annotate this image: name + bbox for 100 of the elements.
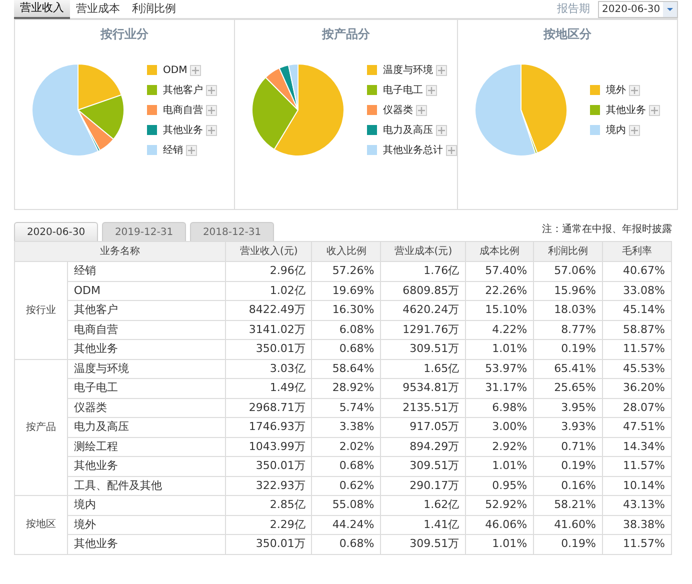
table-cell: 894.29万 [380,437,466,456]
table-cell: 46.06% [466,515,534,534]
table-cell: 0.19% [534,456,603,476]
plus-icon [438,66,445,74]
expand-button[interactable] [186,144,197,156]
table-cell: 45.53% [602,359,672,378]
expand-button[interactable] [629,84,640,96]
table-cell: 其他业务 [67,534,226,554]
table-cell: 3141.02万 [226,320,312,340]
table-cell: 45.14% [602,300,672,320]
table-cell: 2.96亿 [226,262,312,281]
table-cell: 1.01% [466,340,534,359]
expand-button[interactable] [206,84,217,96]
top-tab[interactable]: 营业收入 [14,0,70,18]
table-cell: 57.40% [466,262,534,281]
expand-button[interactable] [649,104,660,116]
table-cell: 40.67% [602,262,672,281]
table-cell: 温度与环境 [67,359,226,378]
legend-label: 电子电工 [383,84,423,98]
expand-button[interactable] [206,104,217,116]
plus-icon [438,126,445,134]
plus-icon [448,146,455,154]
table-cell: 0.68% [312,456,381,476]
expand-button[interactable] [426,84,437,96]
table-cell: 电子电工 [67,378,226,398]
expand-button[interactable] [436,124,447,136]
legend-label: 其他业务 [163,124,203,138]
column-header: 营业收入(元) [226,242,312,262]
group-cell: 按行业 [14,262,68,359]
table-cell: 36.20% [602,378,672,398]
table-cell: 6.08% [312,320,381,340]
table-cell: 1746.93万 [226,418,312,437]
table-cell: 8422.49万 [226,300,312,320]
plus-icon [188,146,195,154]
report-period-select[interactable]: 2020-06-30 [598,0,678,18]
table-cell: 11.57% [602,456,672,476]
plus-icon [208,86,215,94]
plus-icon [192,66,200,74]
table-cell: 15.10% [466,300,534,320]
table-cell: 1.41亿 [380,515,466,534]
table-cell: 57.06% [534,262,603,281]
table-cell: 其他业务 [67,456,226,476]
table-cell: 16.30% [312,300,381,320]
legend-label: 电力及高压 [383,124,433,138]
table-cell: 65.41% [534,359,603,378]
table-cell: 8.77% [534,320,603,340]
table-cell: 1043.99万 [226,437,312,456]
table-cell: 28.07% [602,398,672,418]
legend-label: 其他客户 [163,84,203,98]
table-cell: 0.16% [534,476,603,496]
column-header: 毛利率 [602,242,672,262]
table-cell: 测绘工程 [67,437,226,456]
date-tab[interactable]: 2020-06-30 [14,222,98,241]
group-cell: 按产品 [14,359,68,496]
plus-icon [651,106,658,114]
table-cell: 2.02% [312,437,381,456]
table-cell: 1291.76万 [380,320,466,340]
table-cell: 11.57% [602,534,672,554]
top-tab[interactable]: 利润比例 [126,0,182,18]
table-cell: 1.65亿 [380,359,466,378]
legend-label: 其他业务 [606,104,646,118]
column-header: 营业成本(元) [380,242,466,262]
table-cell: 58.21% [534,496,603,515]
chart-title: 按行业分 [99,26,150,43]
date-tab[interactable]: 2018-12-31 [190,222,274,241]
table-cell: 309.51万 [380,340,466,359]
table-cell: 290.17万 [380,476,466,496]
expand-button[interactable] [206,124,217,136]
table-cell: 3.38% [312,418,381,437]
group-cell: 按地区 [14,496,68,554]
date-tab[interactable]: 2019-12-31 [102,222,186,241]
plus-icon [418,106,425,114]
table-cell: 6.98% [466,398,534,418]
table-cell: 43.13% [602,496,672,515]
table-cell: 2.29亿 [226,515,312,534]
table-cell: ODM [67,281,226,300]
table-cell: 0.62% [312,476,381,496]
table-cell: 其他客户 [67,300,226,320]
table-cell: 3.95% [534,398,603,418]
top-tab[interactable]: 营业成本 [70,0,126,18]
table-cell: 经销 [67,262,226,281]
expand-button[interactable] [446,144,457,156]
table-cell: 52.92% [466,496,534,515]
table-cell: 1.49亿 [226,378,312,398]
plus-icon [631,126,638,134]
legend-label: 其他业务总计 [383,144,443,158]
table-cell: 0.19% [534,534,603,554]
table-cell: 2.92% [466,437,534,456]
column-header: 成本比例 [466,242,534,262]
expand-button[interactable] [190,64,202,76]
expand-button[interactable] [629,124,640,136]
expand-button[interactable] [416,104,427,116]
expand-button[interactable] [436,64,447,76]
table-cell: 0.68% [312,340,381,359]
table-cell: 19.69% [312,281,381,300]
table-cell: 电力及高压 [67,418,226,437]
table-cell: 2.85亿 [226,496,312,515]
table-cell: 境内 [67,496,226,515]
column-header: 利润比例 [534,242,603,262]
table-cell: 1.01% [466,534,534,554]
